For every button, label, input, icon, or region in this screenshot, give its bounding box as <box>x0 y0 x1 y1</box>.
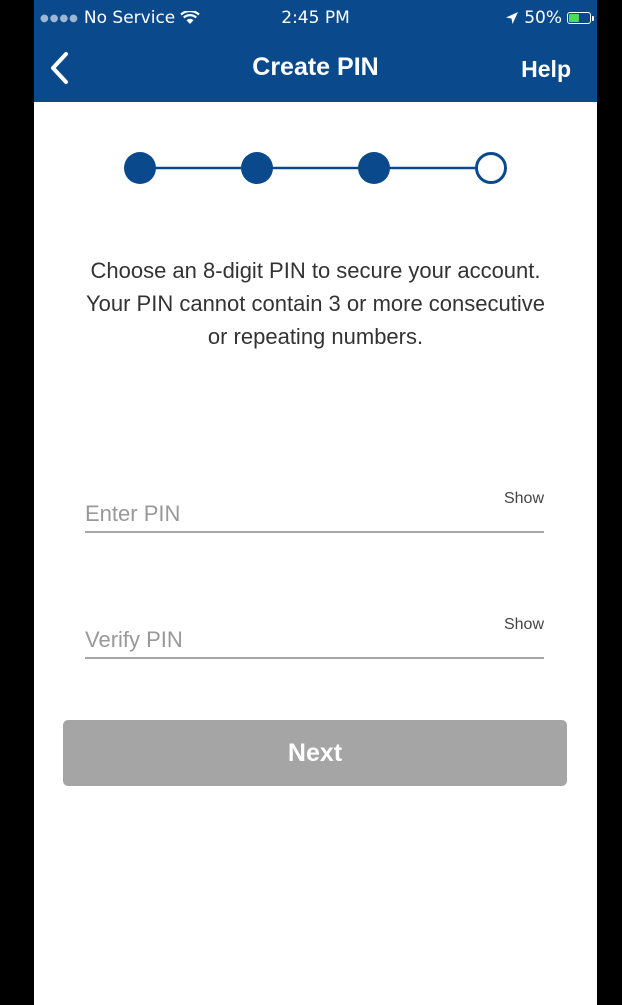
enter-pin-underline <box>85 531 544 533</box>
battery-icon <box>567 12 594 24</box>
screen: ●●●● No Service 2:45 PM 50% Create PIN H… <box>34 0 597 1005</box>
status-bar: ●●●● No Service 2:45 PM 50% <box>34 0 597 34</box>
instructions-text: Choose an 8-digit PIN to secure your acc… <box>85 258 545 349</box>
progress-stepper <box>124 152 507 184</box>
nav-bar: Create PIN Help <box>34 34 597 102</box>
step-complete-dot <box>358 152 390 184</box>
step-complete-dot <box>241 152 273 184</box>
battery-area: 50% <box>505 8 594 28</box>
page-title: Create PIN <box>252 53 379 81</box>
enter-pin-field: Show <box>85 490 544 533</box>
next-button[interactable]: Next <box>63 720 567 786</box>
verify-pin-show-toggle[interactable]: Show <box>504 616 544 634</box>
verify-pin-underline <box>85 657 544 659</box>
help-button[interactable]: Help <box>521 56 571 83</box>
step-current-dot <box>475 152 507 184</box>
battery-fill <box>569 14 579 22</box>
verify-pin-field: Show <box>85 616 544 659</box>
enter-pin-show-toggle[interactable]: Show <box>504 490 544 508</box>
enter-pin-input[interactable] <box>85 501 465 527</box>
battery-percent: 50% <box>524 8 562 28</box>
verify-pin-input[interactable] <box>85 627 465 653</box>
step-complete-dot <box>124 152 156 184</box>
location-arrow-icon <box>506 12 519 24</box>
